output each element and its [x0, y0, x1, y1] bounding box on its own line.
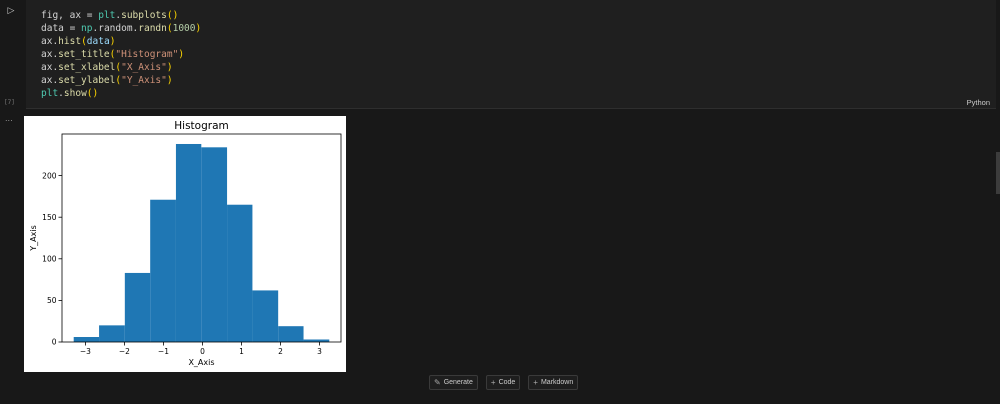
code-line: ax.set_ylabel("Y_Axis"): [41, 74, 173, 87]
plus-icon: +: [533, 378, 538, 387]
add-markdown-button[interactable]: + Markdown: [528, 375, 579, 390]
execution-count: [7]: [4, 99, 15, 106]
code-token: ax.: [41, 62, 59, 73]
markdown-label: Markdown: [540, 379, 574, 386]
y-tick-label: 100: [42, 255, 57, 264]
code-token: (): [86, 88, 99, 99]
code-token: data =: [41, 23, 82, 34]
histogram-bar: [99, 325, 125, 342]
histogram-bar: [252, 290, 279, 342]
code-token: ): [166, 62, 173, 73]
code-token: ax.: [41, 49, 59, 60]
x-tick-label: −2: [119, 347, 130, 356]
run-cell-button[interactable]: ▷: [6, 6, 16, 16]
generate-button[interactable]: ✎ Generate: [429, 375, 478, 390]
code-token: "Y_Axis": [121, 75, 167, 86]
y-tick-label: 150: [42, 213, 57, 222]
code-token: ax.: [41, 75, 59, 86]
output-menu-button[interactable]: ...: [5, 114, 13, 123]
output-image: −3 −2 −1 0 1 2 3 0 50 100 150 200 Histogram X_Axis…: [24, 116, 346, 372]
x-axis-label: X_Axis: [188, 358, 214, 367]
code-token: ): [195, 23, 202, 34]
x-tick-label: 1: [239, 347, 244, 356]
language-label[interactable]: Python: [967, 98, 990, 107]
histogram-bar: [175, 143, 202, 342]
chart-title: Histogram: [174, 120, 228, 132]
code-line: plt.show(): [41, 87, 98, 100]
code-token: plt: [41, 88, 59, 99]
plus-icon: +: [490, 378, 496, 387]
code-token: 1000: [172, 23, 196, 34]
code-token: plt: [98, 10, 116, 21]
x-tick-label: −3: [80, 347, 91, 356]
code-token: set_xlabel: [58, 62, 116, 73]
code-token: set_title: [58, 49, 110, 60]
code-token: data: [86, 36, 110, 47]
histogram-bar: [150, 199, 176, 342]
code-label: Code: [498, 379, 516, 386]
code-token: "Histogram": [115, 49, 179, 60]
cell-toolbar: ✎ Generate + Code + Markdown: [429, 375, 579, 390]
scrollbar-thumb[interactable]: [996, 152, 1000, 194]
histogram-bar: [227, 204, 253, 342]
code-token: randn: [138, 23, 167, 34]
code-token: .random.: [92, 23, 139, 34]
histogram-bar: [73, 337, 100, 342]
code-token: show: [63, 88, 87, 99]
code-line: data = np.random.randn(1000): [41, 22, 201, 35]
generate-label: Generate: [443, 379, 473, 386]
code-token: np: [81, 23, 93, 34]
code-token: (): [166, 10, 179, 21]
code-token: hist: [58, 36, 82, 47]
code-token: "X_Axis": [121, 62, 167, 73]
code-token: fig, ax =: [41, 10, 99, 21]
code-line: ax.set_xlabel("X_Axis"): [41, 61, 173, 74]
play-icon: ▷: [7, 6, 15, 16]
x-tick-label: 3: [317, 347, 322, 356]
x-tick-label: 0: [200, 347, 205, 356]
code-line: ax.hist(data): [41, 35, 115, 48]
add-code-button[interactable]: + Code: [485, 375, 521, 390]
code-cell-editor[interactable]: fig, ax = plt.subplots() data = np.random…: [26, 0, 996, 109]
code-token: ax.: [41, 36, 59, 47]
sparkle-icon: ✎: [434, 378, 441, 387]
code-token: set_ylabel: [58, 75, 116, 86]
code-token: ): [166, 75, 173, 86]
y-tick-label: 50: [47, 296, 57, 305]
code-line: ax.set_title("Histogram"): [41, 48, 184, 61]
x-tick-label: −1: [158, 347, 169, 356]
histogram-bar: [201, 147, 228, 342]
histogram-bar: [278, 326, 304, 342]
histogram-bar: [124, 272, 151, 342]
x-tick-label: 2: [278, 347, 283, 356]
histogram-chart: −3 −2 −1 0 1 2 3 0 50 100 150 200 Histogram X_Axis…: [29, 120, 342, 367]
code-token: subplots: [121, 10, 167, 21]
y-tick-label: 0: [52, 338, 57, 347]
code-token: ): [178, 49, 185, 60]
code-token: ): [109, 36, 116, 47]
code-line: fig, ax = plt.subplots(): [41, 9, 178, 22]
y-tick-label: 200: [42, 171, 57, 180]
y-axis-label: Y_Axis: [29, 225, 38, 251]
